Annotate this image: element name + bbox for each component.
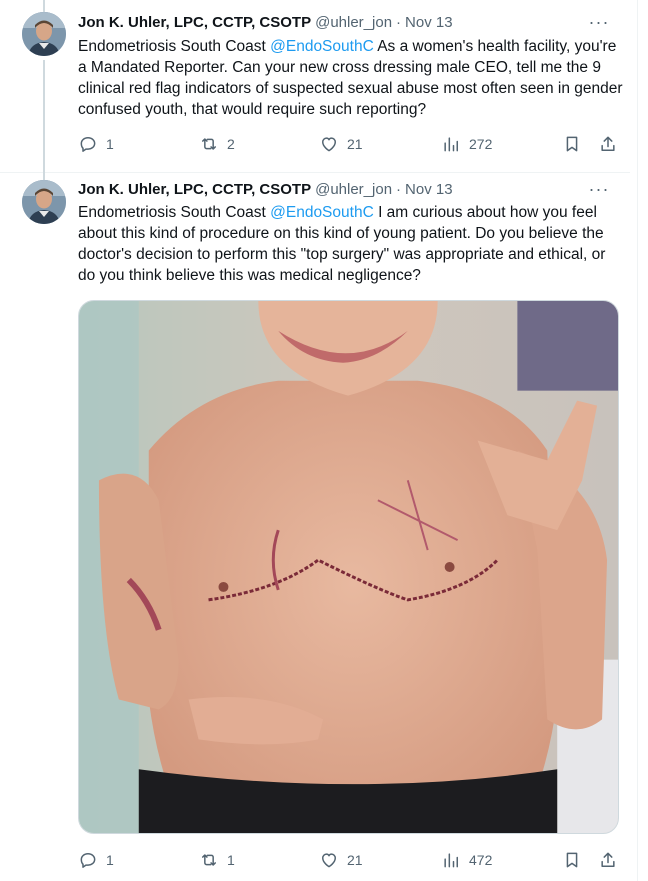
thread-line-bottom (43, 60, 45, 172)
reply-button[interactable]: 1 (78, 848, 114, 872)
author-name[interactable]: Jon K. Uhler, LPC, CCTP, CSOTP (78, 14, 311, 31)
repost-button[interactable]: 1 (199, 848, 235, 872)
share-button[interactable] (598, 132, 618, 156)
more-horizontal-icon[interactable]: ··· (589, 178, 609, 200)
heart-icon (322, 853, 336, 868)
tweet-2[interactable]: Jon K. Uhler, LPC, CCTP, CSOTP @uhler_jo… (0, 172, 630, 881)
like-count: 21 (347, 136, 363, 152)
like-count: 21 (347, 852, 363, 868)
separator-dot: · (396, 180, 402, 198)
views-count: 472 (469, 852, 493, 868)
timestamp[interactable]: Nov 13 (405, 181, 453, 198)
tweet-header: Jon K. Uhler, LPC, CCTP, CSOTP @uhler_jo… (78, 178, 618, 200)
views-count: 272 (469, 136, 493, 152)
repost-count: 1 (227, 852, 235, 868)
action-bar: 1 2 21 272 (78, 132, 624, 156)
avatar-photo (22, 180, 66, 224)
reply-count: 1 (106, 136, 114, 152)
views-bar-icon (444, 853, 458, 868)
bookmark-button[interactable] (562, 132, 582, 156)
share-button[interactable] (598, 848, 618, 872)
separator-dot: · (396, 13, 402, 31)
bookmark-button[interactable] (562, 848, 582, 872)
share-icon (601, 136, 615, 151)
views-button[interactable]: 472 (441, 848, 492, 872)
thread-line-top (43, 0, 45, 12)
avatar[interactable] (22, 12, 66, 56)
timeline-border (637, 0, 638, 881)
heart-icon (322, 137, 336, 152)
reply-icon (80, 853, 96, 868)
tweet-text-prefix: Endometriosis South Coast (78, 38, 271, 55)
author-handle[interactable]: @uhler_jon (315, 14, 392, 31)
tweet-header: Jon K. Uhler, LPC, CCTP, CSOTP @uhler_jo… (78, 11, 618, 33)
author-handle[interactable]: @uhler_jon (315, 181, 392, 198)
repost-count: 2 (227, 136, 235, 152)
author-name[interactable]: Jon K. Uhler, LPC, CCTP, CSOTP (78, 181, 311, 198)
tweet-media-photo[interactable] (78, 300, 619, 834)
like-button[interactable]: 21 (319, 132, 363, 156)
avatar-photo (22, 12, 66, 56)
reply-count: 1 (106, 852, 114, 868)
tweet-text: Endometriosis South Coast @EndoSouthC I … (78, 202, 626, 286)
reply-icon (80, 137, 96, 152)
mention-link[interactable]: @EndoSouthC (270, 204, 374, 221)
more-horizontal-icon[interactable]: ··· (589, 11, 609, 33)
avatar[interactable] (22, 180, 66, 224)
action-bar: 1 1 21 472 (78, 848, 624, 872)
tweet-text: Endometriosis South Coast @EndoSouthC As… (78, 36, 626, 120)
mention-link[interactable]: @EndoSouthC (270, 38, 374, 55)
thread-line-top (43, 172, 45, 180)
views-bar-icon (444, 137, 458, 152)
tweet-1[interactable]: Jon K. Uhler, LPC, CCTP, CSOTP @uhler_jo… (0, 0, 630, 173)
like-button[interactable]: 21 (319, 848, 363, 872)
reply-button[interactable]: 1 (78, 132, 114, 156)
repost-button[interactable]: 2 (199, 132, 235, 156)
timestamp[interactable]: Nov 13 (405, 14, 453, 31)
bookmark-icon (566, 136, 578, 152)
tweet-text-prefix: Endometriosis South Coast (78, 204, 271, 221)
share-icon (601, 852, 615, 867)
photo-image (79, 301, 618, 833)
views-button[interactable]: 272 (441, 132, 492, 156)
repost-icon (202, 138, 216, 150)
bookmark-icon (566, 852, 578, 868)
repost-icon (202, 854, 216, 866)
